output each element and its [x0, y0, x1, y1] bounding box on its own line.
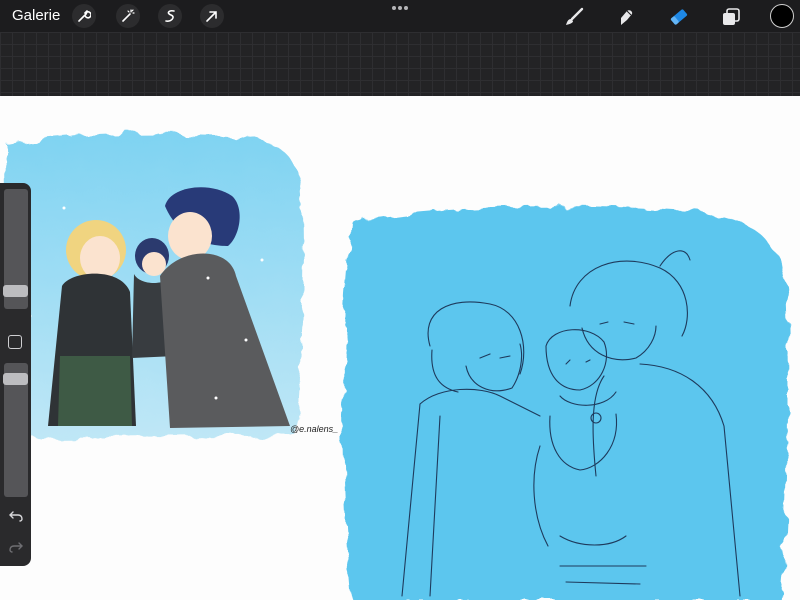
- eraser-tool-button[interactable]: [666, 4, 692, 30]
- color-picker-button[interactable]: [770, 4, 794, 28]
- brush-size-thumb[interactable]: [3, 285, 28, 297]
- canvas-grid-background: [0, 32, 800, 96]
- adjustments-button[interactable]: [116, 4, 140, 28]
- magic-wand-icon: [122, 9, 135, 22]
- ellipsis-icon[interactable]: [390, 3, 410, 13]
- undo-button[interactable]: [7, 508, 25, 524]
- drawing-canvas[interactable]: @e.nalens_: [0, 96, 800, 600]
- selection-button[interactable]: [158, 4, 182, 28]
- layers-icon: [723, 8, 740, 25]
- undo-icon: [9, 511, 23, 522]
- transform-button[interactable]: [200, 4, 224, 28]
- square-icon[interactable]: [8, 335, 22, 349]
- eraser-icon: [670, 9, 688, 25]
- redo-button[interactable]: [7, 539, 25, 555]
- brush-icon: [566, 7, 584, 25]
- selection-s-icon: [165, 10, 175, 22]
- finished-illustration: [6, 134, 303, 438]
- redo-icon: [9, 542, 23, 553]
- opacity-thumb[interactable]: [3, 373, 28, 385]
- gallery-button[interactable]: Galerie: [12, 7, 60, 24]
- actions-button[interactable]: [72, 4, 96, 28]
- brush-tool-button[interactable]: [561, 4, 587, 30]
- artist-signature: @e.nalens_: [290, 424, 338, 434]
- wrench-icon: [78, 10, 91, 22]
- transform-arrow-icon: [206, 11, 217, 22]
- smudge-tool-button[interactable]: [614, 4, 640, 30]
- side-panel: [0, 183, 31, 566]
- artwork: @e.nalens_: [6, 134, 789, 600]
- smudge-icon: [621, 10, 633, 25]
- layers-button[interactable]: [718, 4, 744, 30]
- top-toolbar: Galerie: [0, 0, 800, 32]
- sketch-illustration: [343, 206, 789, 600]
